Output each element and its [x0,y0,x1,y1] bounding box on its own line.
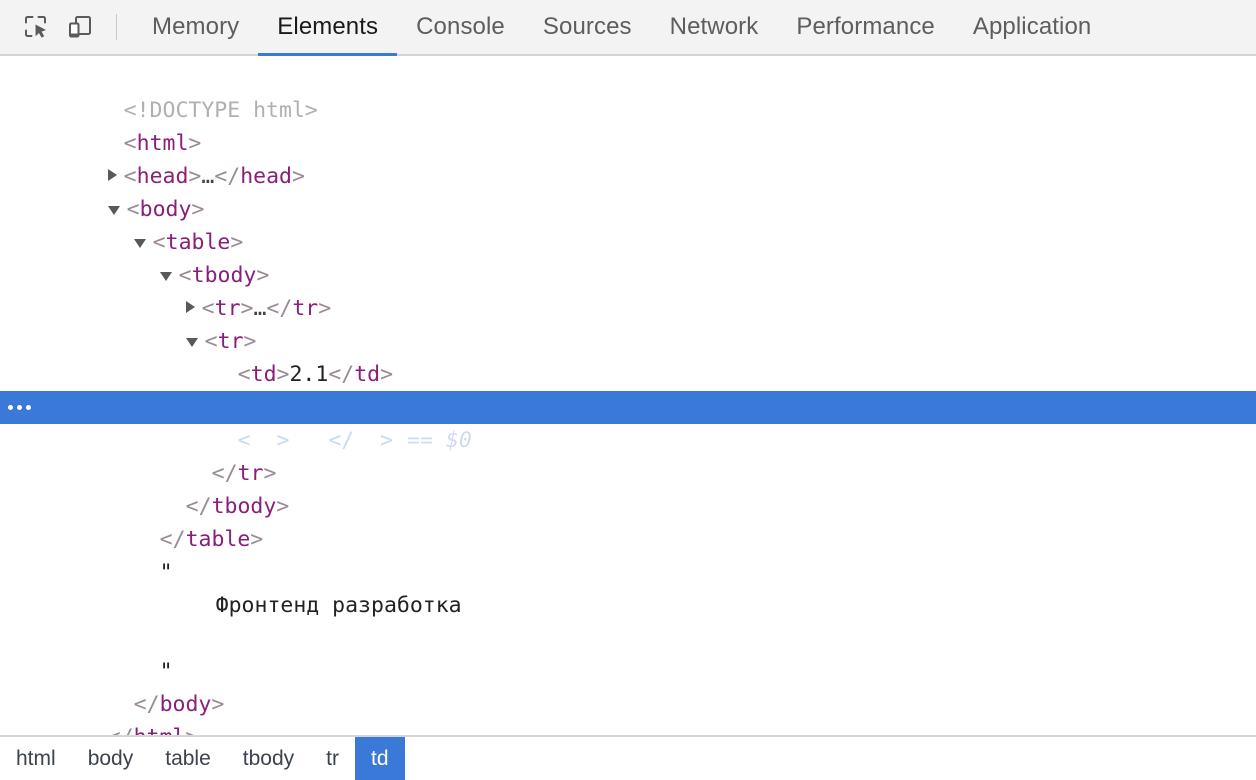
dom-row-td-1[interactable]: <td>2.1</td> [0,325,1256,358]
dom-row-tr-close[interactable]: </tr> [0,424,1256,457]
device-toolbar-icon[interactable] [58,7,102,47]
dom-row-head-collapsed[interactable]: <head>…</head> [0,127,1256,160]
tab-console[interactable]: Console [397,0,524,54]
breadcrumb-item-html[interactable]: html [0,737,72,780]
dom-row-td-3-selected[interactable]: <td>2.3</td>== $0 [0,391,1256,424]
dom-row-textnode-close-quote[interactable]: " [0,622,1256,655]
tab-performance[interactable]: Performance [777,0,954,54]
bracket: </ [108,725,134,735]
devtools-toolbar: Memory Elements Console Sources Network … [0,0,1256,56]
breadcrumb-item-table[interactable]: table [149,737,227,780]
inspect-element-icon[interactable] [14,7,58,47]
tab-elements[interactable]: Elements [258,0,397,54]
devtools-window: Memory Elements Console Sources Network … [0,0,1256,780]
dom-row-body-open[interactable]: <body> [0,160,1256,193]
dom-row-tbody-close[interactable]: </tbody> [0,457,1256,490]
dom-row-table-open[interactable]: <table> [0,193,1256,226]
breadcrumb-item-tr[interactable]: tr [310,737,355,780]
bracket: > [185,725,198,735]
dom-row-textnode-open-quote[interactable]: " [0,523,1256,556]
more-options-icon[interactable] [8,391,31,424]
dom-row-table-close[interactable]: </table> [0,490,1256,523]
tab-sources[interactable]: Sources [524,0,651,54]
dom-row-tbody-open[interactable]: <tbody> [0,226,1256,259]
tag-name-close: html [134,725,186,735]
breadcrumb-item-body[interactable]: body [72,737,150,780]
panel-tabs: Memory Elements Console Sources Network … [133,0,1110,54]
dom-row-html-open[interactable]: <html> [0,94,1256,127]
dom-row-tr-open[interactable]: <tr> [0,292,1256,325]
dom-row-html-close[interactable]: </html> [0,688,1256,721]
breadcrumb: html body table tbody tr td [0,735,1256,780]
dom-row-tr-collapsed[interactable]: <tr>…</tr> [0,259,1256,292]
dom-row-textnode-value[interactable]: Фронтенд разработка [0,556,1256,589]
breadcrumb-item-tbody[interactable]: tbody [227,737,310,780]
dom-tree[interactable]: <!DOCTYPE html> <html> <head>…</head> <b… [0,56,1256,735]
dom-row-td-2[interactable]: <td>2.2</td> [0,358,1256,391]
dom-row-body-close[interactable]: </body> [0,655,1256,688]
dom-row-textnode-blank [0,589,1256,622]
toolbar-divider [116,14,117,40]
tab-application[interactable]: Application [954,0,1111,54]
breadcrumb-item-td[interactable]: td [355,737,405,780]
tab-memory[interactable]: Memory [133,0,258,54]
tab-network[interactable]: Network [651,0,778,54]
dom-row-doctype[interactable]: <!DOCTYPE html> [0,61,1256,94]
